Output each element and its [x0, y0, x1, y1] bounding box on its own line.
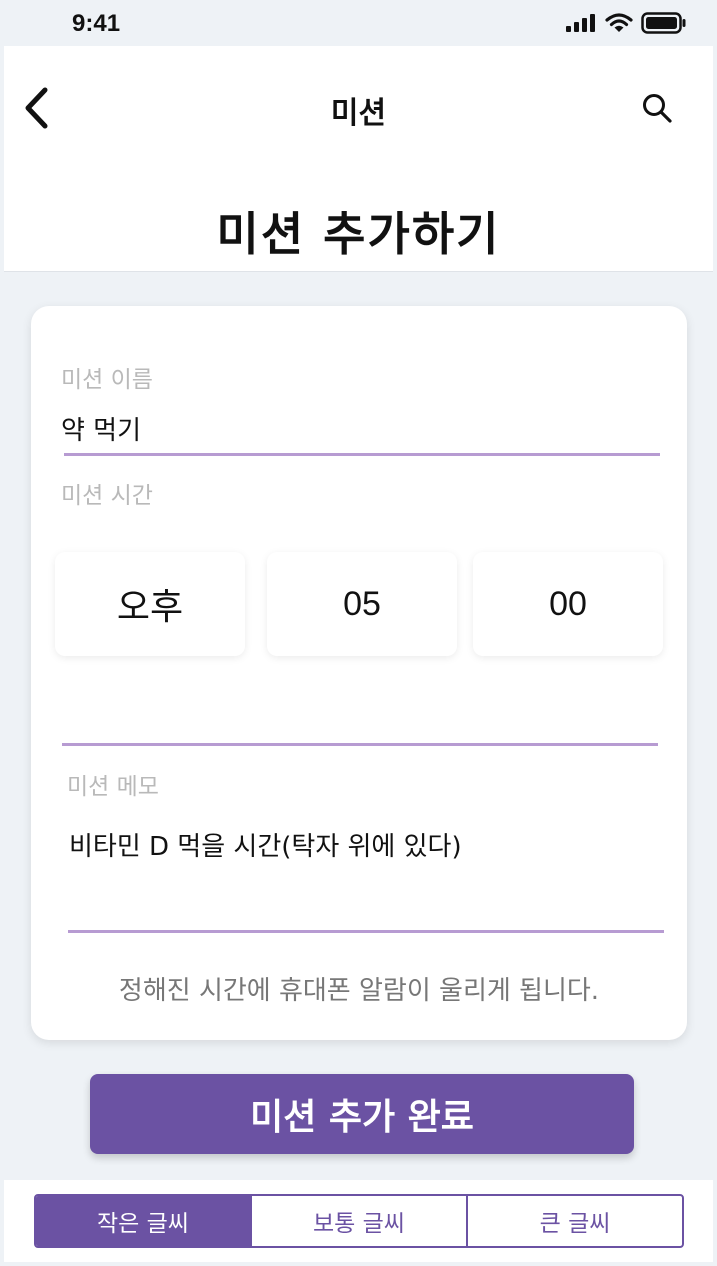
mission-form-card: 미션 이름 약 먹기 미션 시간 오후 05 00 미션 메모 비타민 D 먹을…: [31, 306, 687, 1040]
alarm-notice: 정해진 시간에 휴대폰 알람이 울리게 됩니다.: [118, 976, 600, 1006]
mission-memo-underline: [68, 930, 664, 933]
font-size-medium[interactable]: 보통 글씨: [252, 1196, 468, 1246]
minute-picker[interactable]: 00: [473, 552, 663, 656]
signal-icon: [565, 13, 597, 37]
submit-mission-button[interactable]: 미션 추가 완료: [90, 1074, 634, 1154]
search-icon: [641, 92, 673, 128]
status-bar: 9:41: [0, 0, 717, 46]
mission-name-input[interactable]: 약 먹기: [61, 410, 141, 447]
ampm-picker[interactable]: 오후: [55, 552, 245, 656]
mission-memo-label: 미션 메모: [67, 774, 159, 800]
font-size-bar: 작은 글씨 보통 글씨 큰 글씨: [4, 1180, 713, 1262]
status-icons: [565, 12, 687, 38]
status-time: 9:41: [72, 10, 121, 37]
battery-icon: [641, 12, 687, 38]
font-size-small[interactable]: 작은 글씨: [36, 1196, 252, 1246]
mission-time-label: 미션 시간: [61, 483, 153, 509]
wifi-icon: [605, 12, 633, 38]
mission-name-underline: [64, 453, 660, 456]
mission-memo-input[interactable]: 비타민 D 먹을 시간(탁자 위에 있다): [69, 826, 462, 863]
search-button[interactable]: [637, 90, 677, 130]
header-title: 미션: [330, 96, 387, 131]
font-size-segmented-control: 작은 글씨 보통 글씨 큰 글씨: [34, 1194, 684, 1248]
mission-name-label: 미션 이름: [61, 367, 153, 393]
page-title: 미션 추가하기: [216, 207, 501, 261]
mission-time-underline: [62, 743, 658, 746]
header: 미션 미션 추가하기: [4, 46, 713, 272]
hour-picker[interactable]: 05: [267, 552, 457, 656]
font-size-large[interactable]: 큰 글씨: [468, 1196, 682, 1246]
